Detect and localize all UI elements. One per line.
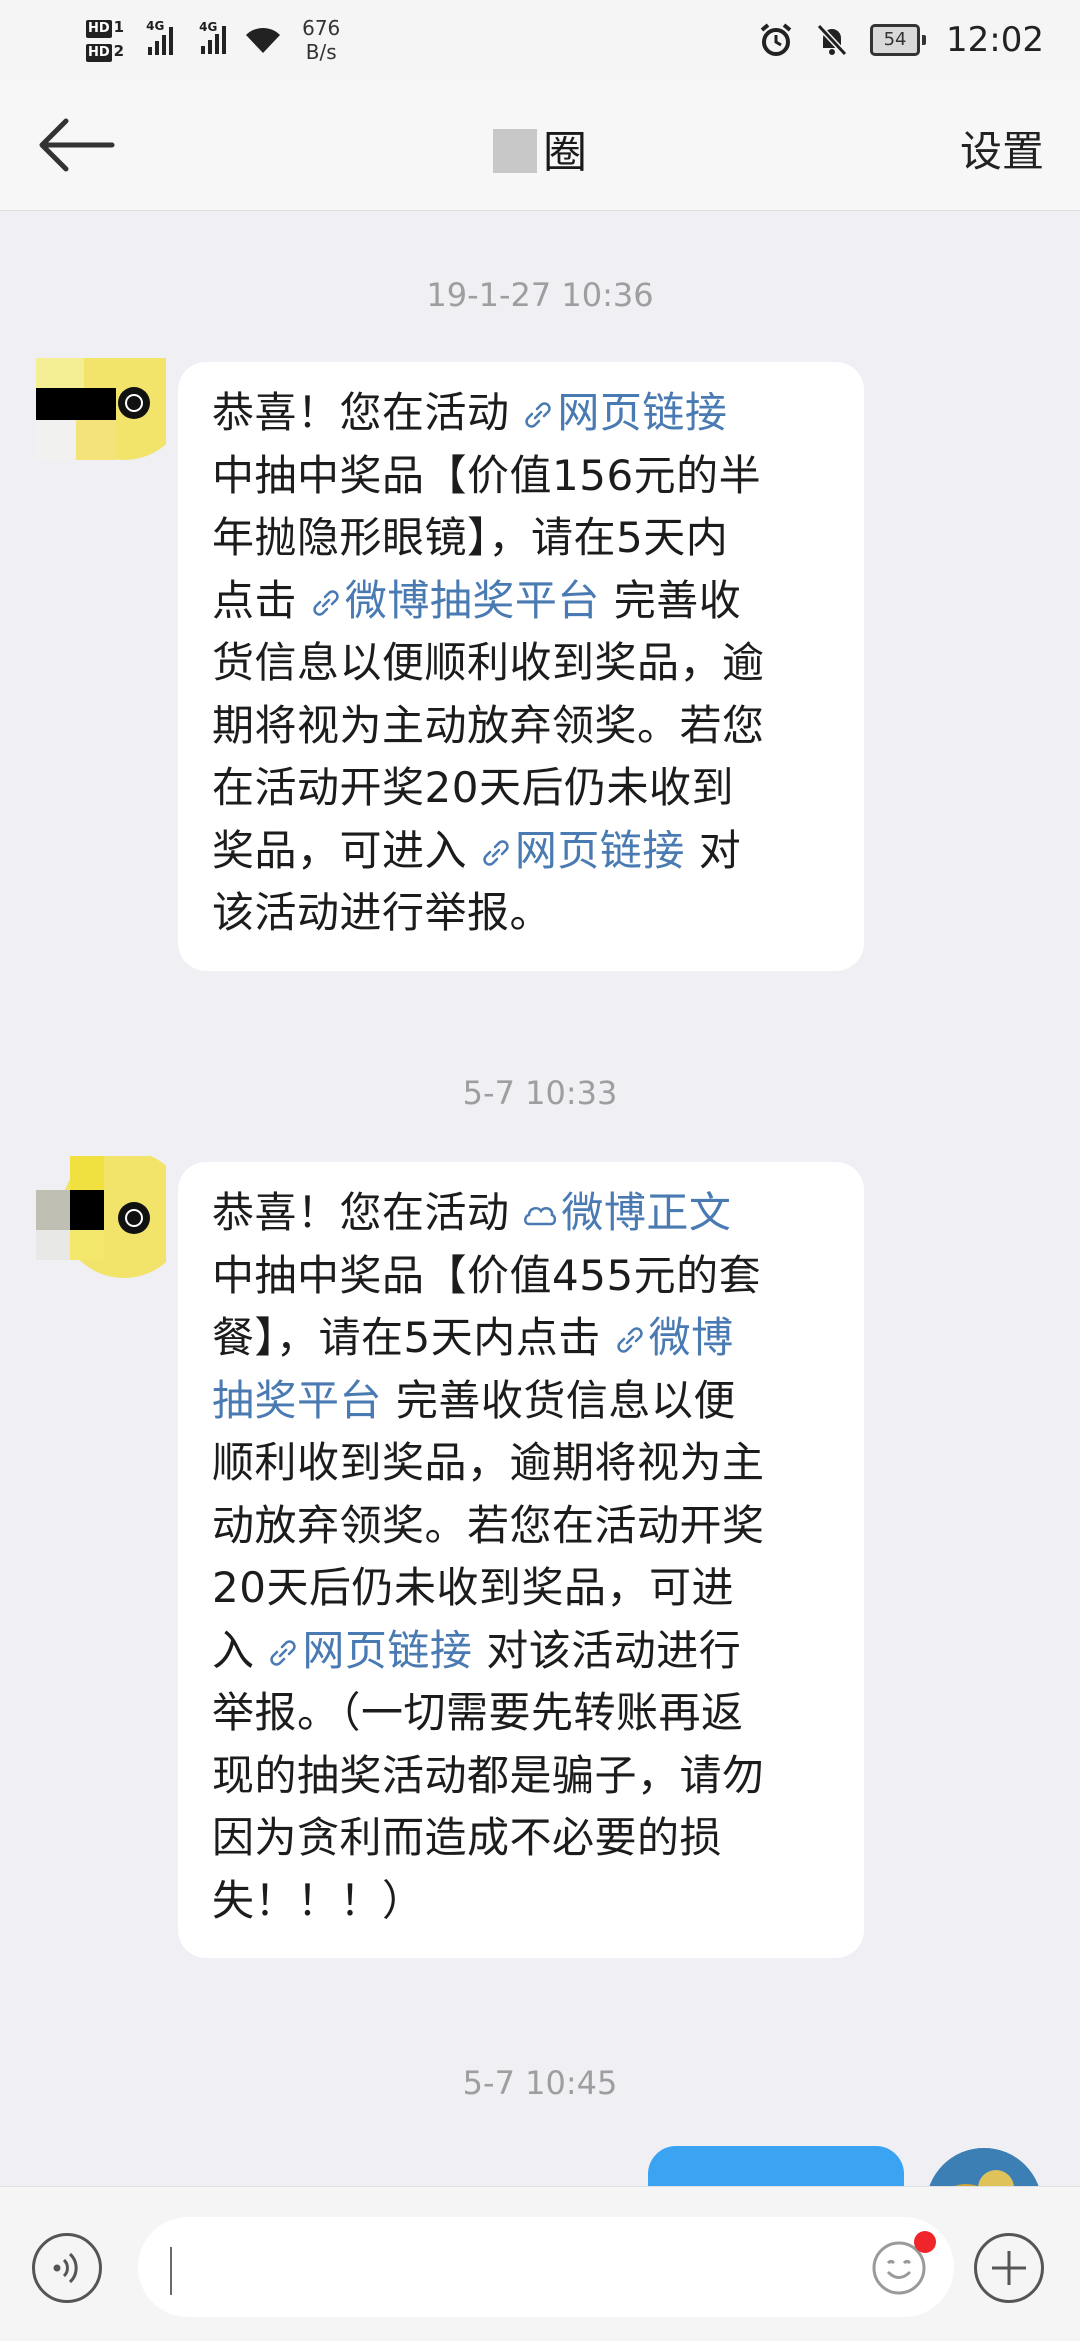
message-line: 中抽中奖品【价值455元的套 — [212, 1250, 762, 1300]
signal-icon: 4G — [146, 19, 174, 55]
link-icon — [270, 1639, 297, 1666]
link-icon — [483, 839, 509, 866]
timestamp: 5-7 10:45 — [462, 2064, 618, 2102]
avatar[interactable] — [36, 358, 166, 488]
plus-icon[interactable] — [974, 2233, 1044, 2303]
voice-icon — [53, 2252, 78, 2284]
status-bar: HD 1 HD 2 4G 4G 676 B/s 54 12:02 — [0, 0, 1080, 80]
message-line: 入 网页链接 对该活动进行 — [212, 1625, 742, 1675]
message-line: 餐】，请在5天内点击 微博 — [212, 1313, 734, 1362]
message-bubble[interactable]: 恭喜！您在活动 微博正文 中抽中奖品【价值455元的套 餐】，请在5天内点击 微… — [178, 1162, 864, 1958]
message-line: 动放弃领奖。若您在活动开奖 — [212, 1500, 765, 1550]
message-line: 恭喜！您在活动 微博正文 — [212, 1188, 732, 1237]
net-speed: 676 B/s — [302, 16, 341, 64]
message-line: 货信息以便顺利收到奖品，逾 — [212, 638, 765, 687]
link-web[interactable]: 网页链接 — [523, 388, 727, 437]
signal-icon: 4G — [199, 20, 227, 54]
hd-indicators: HD 1 HD 2 — [86, 18, 124, 62]
notification-badge — [914, 2231, 936, 2253]
page-title-text: 圈 — [543, 127, 587, 178]
message-line: 期将视为主动放弃领奖。若您 — [212, 700, 765, 750]
page-title: 圈 — [0, 116, 1080, 180]
avatar[interactable] — [36, 1156, 166, 1286]
link-icon — [616, 1327, 643, 1353]
link-icon — [313, 589, 339, 616]
link-lottery[interactable]: 抽奖平台 — [212, 1376, 382, 1425]
message-line: 因为贪利而造成不必要的损 — [212, 1813, 723, 1862]
text-cursor — [170, 2247, 172, 2295]
redacted-block — [493, 129, 537, 173]
voice-button[interactable] — [32, 2233, 102, 2303]
link-web[interactable]: 网页链接 — [268, 1626, 472, 1675]
status-right: 54 12:02 — [758, 10, 1044, 70]
message-line: 抽奖平台 完善收货信息以便 — [212, 1375, 736, 1425]
avatar-image — [36, 1156, 166, 1278]
clock: 12:02 — [946, 20, 1044, 60]
link-web[interactable]: 网页链接 — [481, 826, 685, 875]
link-icon — [525, 402, 552, 428]
message-line: 20天后仍未收到奖品，可进 — [212, 1563, 734, 1612]
link-lottery[interactable]: 微博抽奖平台 — [311, 576, 600, 625]
message-line: 恭喜！您在活动 网页链接 — [212, 388, 728, 437]
message-bubble[interactable]: 恭喜！您在活动 网页链接 中抽中奖品【价值156元的半 年抛隐形眼镜】，请在5天… — [178, 362, 864, 971]
nav-bar: 圈 设置 — [0, 80, 1080, 211]
message-line: 年抛隐形眼镜】，请在5天内 — [212, 513, 729, 562]
link-lottery[interactable]: 微博 — [615, 1313, 734, 1362]
message-line: 在活动开奖20天后仍未收到 — [212, 763, 734, 812]
hd1-indicator: HD 1 — [86, 18, 125, 38]
timestamp: 5-7 10:33 — [462, 1074, 618, 1112]
mute-bell-icon — [816, 23, 848, 57]
battery-level: 54 — [870, 24, 921, 56]
message-line: 中抽中奖品【价值156元的半 — [212, 450, 762, 500]
battery-icon: 54 — [870, 24, 927, 56]
settings-button[interactable]: 设置 — [960, 118, 1044, 179]
input-bar — [0, 2186, 1080, 2341]
message-line: 奖品，可进入 网页链接 对 — [212, 825, 742, 875]
message-line: 点击 微博抽奖平台 完善收 — [212, 575, 742, 625]
avatar-image — [36, 358, 166, 460]
status-left: HD 1 HD 2 4G 4G 676 B/s — [86, 10, 340, 70]
message-input[interactable] — [138, 2217, 954, 2317]
message-line: 举报。（一切需要先转账再返 — [212, 1688, 744, 1737]
wifi-icon — [246, 27, 281, 53]
message-line: 顺利收到奖品，逾期将视为主 — [212, 1438, 765, 1487]
link-weibo-post[interactable]: 微博正文 — [523, 1188, 731, 1237]
message-line: 失！！！） — [212, 1875, 425, 1925]
message-line: 该活动进行举报。 — [212, 888, 553, 937]
alarm-icon — [760, 23, 792, 56]
hd2-indicator: HD 2 — [86, 42, 125, 62]
message-line: 现的抽奖活动都是骗子，请勿 — [212, 1750, 765, 1800]
timestamp: 19-1-27 10:36 — [426, 276, 654, 314]
weibo-icon — [524, 1206, 557, 1226]
